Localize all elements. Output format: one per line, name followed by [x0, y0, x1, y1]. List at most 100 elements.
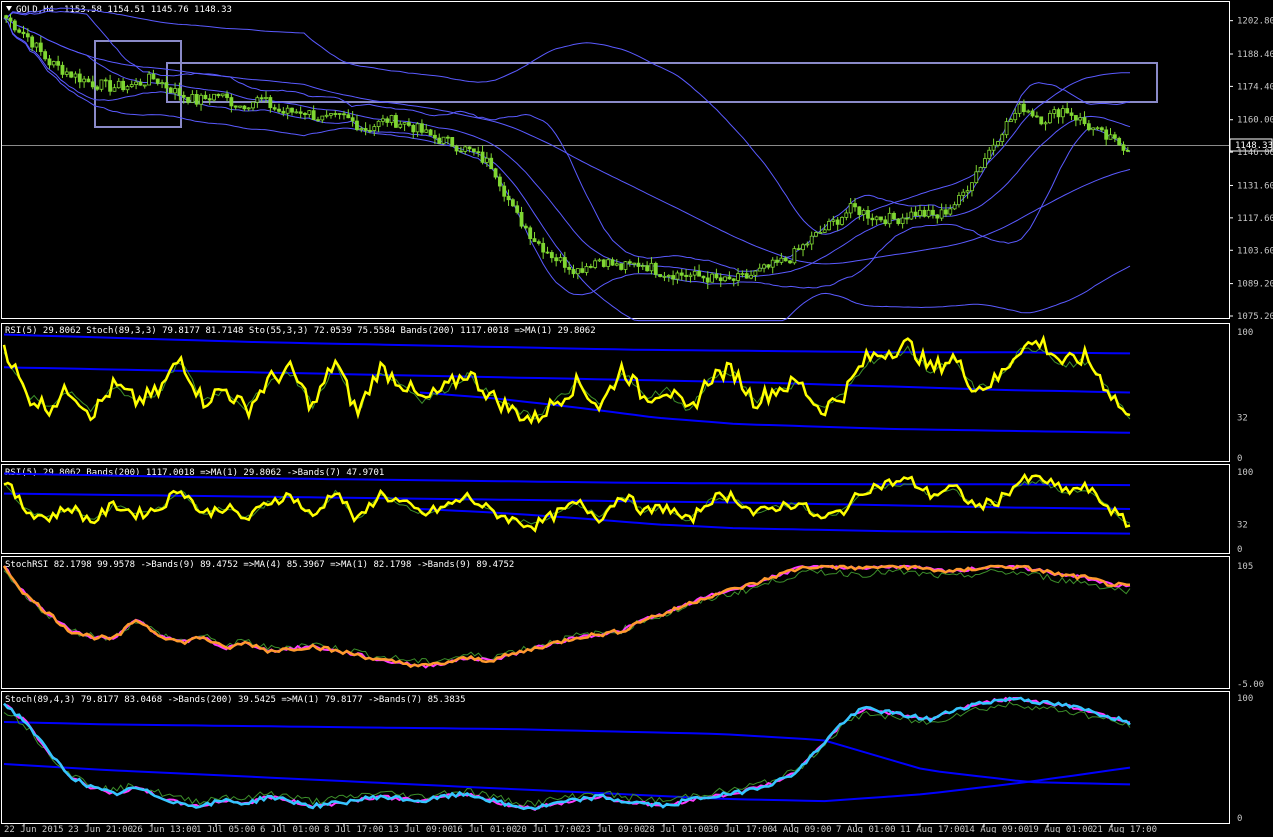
candle-body	[978, 167, 983, 173]
candle-body	[822, 229, 827, 233]
chart-canvas: GOLD,H4 1153.58 1154.51 1145.76 1148.33 …	[1, 1, 1273, 835]
price-axis-label: 1202.80	[1237, 17, 1273, 27]
candle-body	[562, 257, 567, 268]
stoch-ma-line	[3, 696, 1131, 812]
x-axis-label: 8 Jul 17:00	[324, 825, 384, 833]
candle-body	[597, 259, 602, 262]
candle-body	[853, 203, 857, 208]
candle-body	[1056, 109, 1061, 118]
x-axis-label: 23 Jun 21:00	[68, 825, 133, 833]
candle-body	[316, 119, 320, 122]
price-axis-label: 1188.40	[1237, 50, 1273, 60]
candle-body	[675, 272, 680, 280]
candle-body	[1000, 134, 1005, 142]
candle-body	[1091, 127, 1096, 131]
rsi-stoch-main-line	[2, 334, 1131, 426]
candle-body	[446, 136, 450, 139]
x-axis-label: 20 Jul 17:00	[516, 825, 581, 833]
stochrsi-ma-line	[3, 564, 1131, 669]
candle-body	[714, 273, 719, 279]
candle-body	[632, 262, 637, 265]
price-band-middle	[3, 17, 1131, 278]
candle-body	[259, 97, 264, 100]
candle-body	[242, 105, 247, 110]
x-axis-label: 21 Aug 17:00	[1092, 825, 1157, 833]
x-axis-label: 16 Jul 01:00	[452, 825, 517, 833]
candle-body	[420, 123, 424, 133]
candle-body	[757, 267, 762, 272]
candle-body	[762, 264, 766, 269]
candle-body	[381, 118, 385, 122]
candle-body	[1017, 103, 1022, 114]
candle-body	[818, 232, 823, 234]
candle-body	[4, 15, 9, 19]
candle-body	[337, 113, 342, 115]
candle-body	[571, 269, 576, 275]
candle-body	[961, 191, 966, 196]
candle-body	[640, 265, 645, 268]
x-axis-label: 4 Aug 09:00	[772, 825, 832, 833]
stochrsi-main-line	[2, 564, 1131, 669]
candle-body	[770, 259, 775, 268]
dropdown-triangle-icon[interactable]	[6, 6, 12, 11]
candle-body	[944, 209, 948, 215]
candle-body	[796, 248, 801, 251]
candle-body	[21, 31, 26, 35]
candle-body	[801, 244, 805, 251]
candle-body	[970, 182, 974, 192]
candle-body	[749, 274, 753, 279]
x-axis-label: 11 Aug 17:00	[900, 825, 965, 833]
candle-body	[740, 273, 745, 276]
candle-body	[753, 270, 758, 276]
candle-body	[1125, 149, 1130, 152]
candle-body	[294, 111, 299, 114]
candle-body	[671, 275, 676, 280]
candle-body	[775, 259, 779, 263]
candle-body	[1060, 108, 1065, 118]
candle-body	[1047, 113, 1052, 124]
candle-body	[545, 251, 550, 254]
candle-body	[1104, 129, 1109, 140]
candle-body	[1021, 103, 1026, 113]
candle-body	[827, 220, 831, 231]
candle-body	[12, 20, 17, 31]
candle-body	[437, 137, 442, 144]
candle-body	[151, 73, 156, 80]
candle-body	[536, 241, 541, 244]
candle-body	[523, 225, 528, 229]
candle-body	[368, 130, 372, 132]
candle-body	[190, 94, 195, 103]
candle-body	[662, 275, 667, 278]
candle-body	[783, 257, 788, 262]
chart-window: GOLD,H4 1153.58 1154.51 1145.76 1148.33 …	[0, 0, 1273, 835]
candle-body	[679, 272, 684, 276]
candle-body	[541, 242, 546, 253]
candle-body	[164, 82, 169, 89]
rsi-stoch-envelope-line	[3, 345, 1131, 420]
candle-body	[376, 120, 381, 127]
candle-body	[883, 219, 888, 225]
candle-body	[957, 195, 961, 206]
candle-body	[558, 257, 563, 262]
candle-body	[108, 80, 113, 92]
candle-body	[90, 81, 95, 88]
candle-body	[710, 273, 714, 283]
candle-body	[95, 86, 100, 90]
candle-body	[684, 274, 688, 277]
candle-body	[1034, 115, 1039, 118]
candle-body	[177, 88, 182, 96]
candle-body	[909, 211, 914, 220]
candle-body	[701, 275, 706, 279]
candle-body	[900, 217, 905, 224]
candle-body	[532, 238, 537, 243]
candle-body	[121, 80, 125, 91]
candle-body	[411, 124, 416, 133]
candle-body	[8, 17, 13, 22]
candle-body	[181, 94, 186, 98]
candle-body	[168, 87, 173, 94]
candle-body	[454, 145, 459, 152]
candle-body	[129, 84, 134, 87]
candle-body	[402, 122, 407, 125]
candle-body	[25, 33, 30, 38]
candle-body	[333, 113, 338, 115]
